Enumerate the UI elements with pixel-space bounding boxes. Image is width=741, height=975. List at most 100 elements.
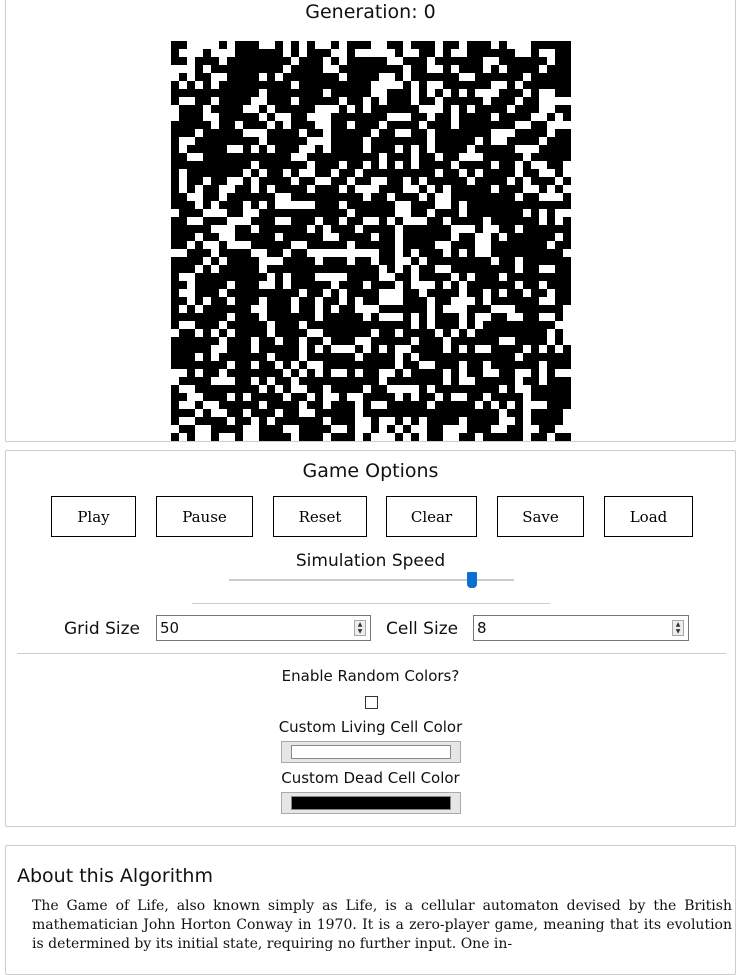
live-cell[interactable] bbox=[323, 249, 331, 257]
live-cell[interactable] bbox=[267, 121, 275, 129]
live-cell[interactable] bbox=[307, 201, 315, 209]
live-cell[interactable] bbox=[227, 217, 235, 225]
live-cell[interactable] bbox=[315, 105, 323, 113]
live-cell[interactable] bbox=[171, 209, 179, 217]
live-cell[interactable] bbox=[275, 201, 283, 209]
live-cell[interactable] bbox=[227, 329, 235, 337]
live-cell[interactable] bbox=[243, 409, 251, 417]
live-cell[interactable] bbox=[275, 73, 283, 81]
live-cell[interactable] bbox=[179, 273, 187, 281]
live-cell[interactable] bbox=[427, 145, 435, 153]
live-cell[interactable] bbox=[347, 257, 355, 265]
live-cell[interactable] bbox=[347, 345, 355, 353]
live-cell[interactable] bbox=[235, 145, 243, 153]
live-cell[interactable] bbox=[315, 257, 323, 265]
live-cell[interactable] bbox=[371, 257, 379, 265]
live-cell[interactable] bbox=[363, 145, 371, 153]
live-cell[interactable] bbox=[195, 265, 203, 273]
live-cell[interactable] bbox=[515, 81, 523, 89]
live-cell[interactable] bbox=[523, 409, 531, 417]
live-cell[interactable] bbox=[451, 225, 459, 233]
live-cell[interactable] bbox=[347, 393, 355, 401]
live-cell[interactable] bbox=[515, 193, 523, 201]
live-cell[interactable] bbox=[331, 393, 339, 401]
live-cell[interactable] bbox=[379, 273, 387, 281]
live-cell[interactable] bbox=[475, 313, 483, 321]
live-cell[interactable] bbox=[483, 217, 491, 225]
live-cell[interactable] bbox=[347, 121, 355, 129]
live-cell[interactable] bbox=[395, 249, 403, 257]
live-cell[interactable] bbox=[171, 105, 179, 113]
live-cell[interactable] bbox=[283, 249, 291, 257]
live-cell[interactable] bbox=[323, 113, 331, 121]
grid-size-input[interactable]: 50 ▲ ▼ bbox=[156, 615, 371, 641]
live-cell[interactable] bbox=[195, 369, 203, 377]
live-cell[interactable] bbox=[523, 417, 531, 425]
live-cell[interactable] bbox=[379, 345, 387, 353]
live-cell[interactable] bbox=[459, 201, 467, 209]
live-cell[interactable] bbox=[307, 393, 315, 401]
live-cell[interactable] bbox=[363, 313, 371, 321]
live-cell[interactable] bbox=[251, 345, 259, 353]
live-cell[interactable] bbox=[307, 225, 315, 233]
live-cell[interactable] bbox=[491, 369, 499, 377]
live-cell[interactable] bbox=[443, 193, 451, 201]
live-cell[interactable] bbox=[435, 153, 443, 161]
live-cell[interactable] bbox=[339, 73, 347, 81]
live-cell[interactable] bbox=[323, 225, 331, 233]
live-cell[interactable] bbox=[179, 185, 187, 193]
live-cell[interactable] bbox=[531, 425, 539, 433]
live-cell[interactable] bbox=[211, 249, 219, 257]
live-cell[interactable] bbox=[547, 57, 555, 65]
live-cell[interactable] bbox=[211, 409, 219, 417]
live-cell[interactable] bbox=[251, 417, 259, 425]
live-cell[interactable] bbox=[515, 97, 523, 105]
live-cell[interactable] bbox=[451, 433, 459, 441]
live-cell[interactable] bbox=[355, 305, 363, 313]
live-cell[interactable] bbox=[275, 113, 283, 121]
live-cell[interactable] bbox=[395, 329, 403, 337]
live-cell[interactable] bbox=[323, 337, 331, 345]
live-cell[interactable] bbox=[459, 369, 467, 377]
live-cell[interactable] bbox=[411, 425, 419, 433]
live-cell[interactable] bbox=[347, 177, 355, 185]
live-cell[interactable] bbox=[227, 41, 235, 49]
live-cell[interactable] bbox=[267, 321, 275, 329]
live-cell[interactable] bbox=[395, 209, 403, 217]
live-cell[interactable] bbox=[259, 265, 267, 273]
live-cell[interactable] bbox=[235, 177, 243, 185]
live-cell[interactable] bbox=[555, 193, 563, 201]
live-cell[interactable] bbox=[299, 401, 307, 409]
live-cell[interactable] bbox=[171, 65, 179, 73]
live-cell[interactable] bbox=[475, 137, 483, 145]
live-cell[interactable] bbox=[203, 257, 211, 265]
live-cell[interactable] bbox=[547, 265, 555, 273]
live-cell[interactable] bbox=[323, 145, 331, 153]
live-cell[interactable] bbox=[275, 217, 283, 225]
live-cell[interactable] bbox=[267, 257, 275, 265]
live-cell[interactable] bbox=[467, 225, 475, 233]
live-cell[interactable] bbox=[195, 153, 203, 161]
live-cell[interactable] bbox=[379, 297, 387, 305]
live-cell[interactable] bbox=[395, 313, 403, 321]
live-cell[interactable] bbox=[283, 121, 291, 129]
live-cell[interactable] bbox=[419, 289, 427, 297]
live-cell[interactable] bbox=[187, 281, 195, 289]
live-cell[interactable] bbox=[427, 65, 435, 73]
live-cell[interactable] bbox=[475, 345, 483, 353]
live-cell[interactable] bbox=[291, 241, 299, 249]
live-cell[interactable] bbox=[331, 249, 339, 257]
live-cell[interactable] bbox=[227, 377, 235, 385]
live-cell[interactable] bbox=[259, 313, 267, 321]
live-cell[interactable] bbox=[435, 49, 443, 57]
live-cell[interactable] bbox=[323, 393, 331, 401]
live-cell[interactable] bbox=[483, 57, 491, 65]
live-cell[interactable] bbox=[347, 241, 355, 249]
live-cell[interactable] bbox=[523, 121, 531, 129]
live-cell[interactable] bbox=[267, 417, 275, 425]
live-cell[interactable] bbox=[395, 225, 403, 233]
live-cell[interactable] bbox=[323, 417, 331, 425]
live-cell[interactable] bbox=[355, 297, 363, 305]
live-cell[interactable] bbox=[195, 329, 203, 337]
live-cell[interactable] bbox=[531, 401, 539, 409]
